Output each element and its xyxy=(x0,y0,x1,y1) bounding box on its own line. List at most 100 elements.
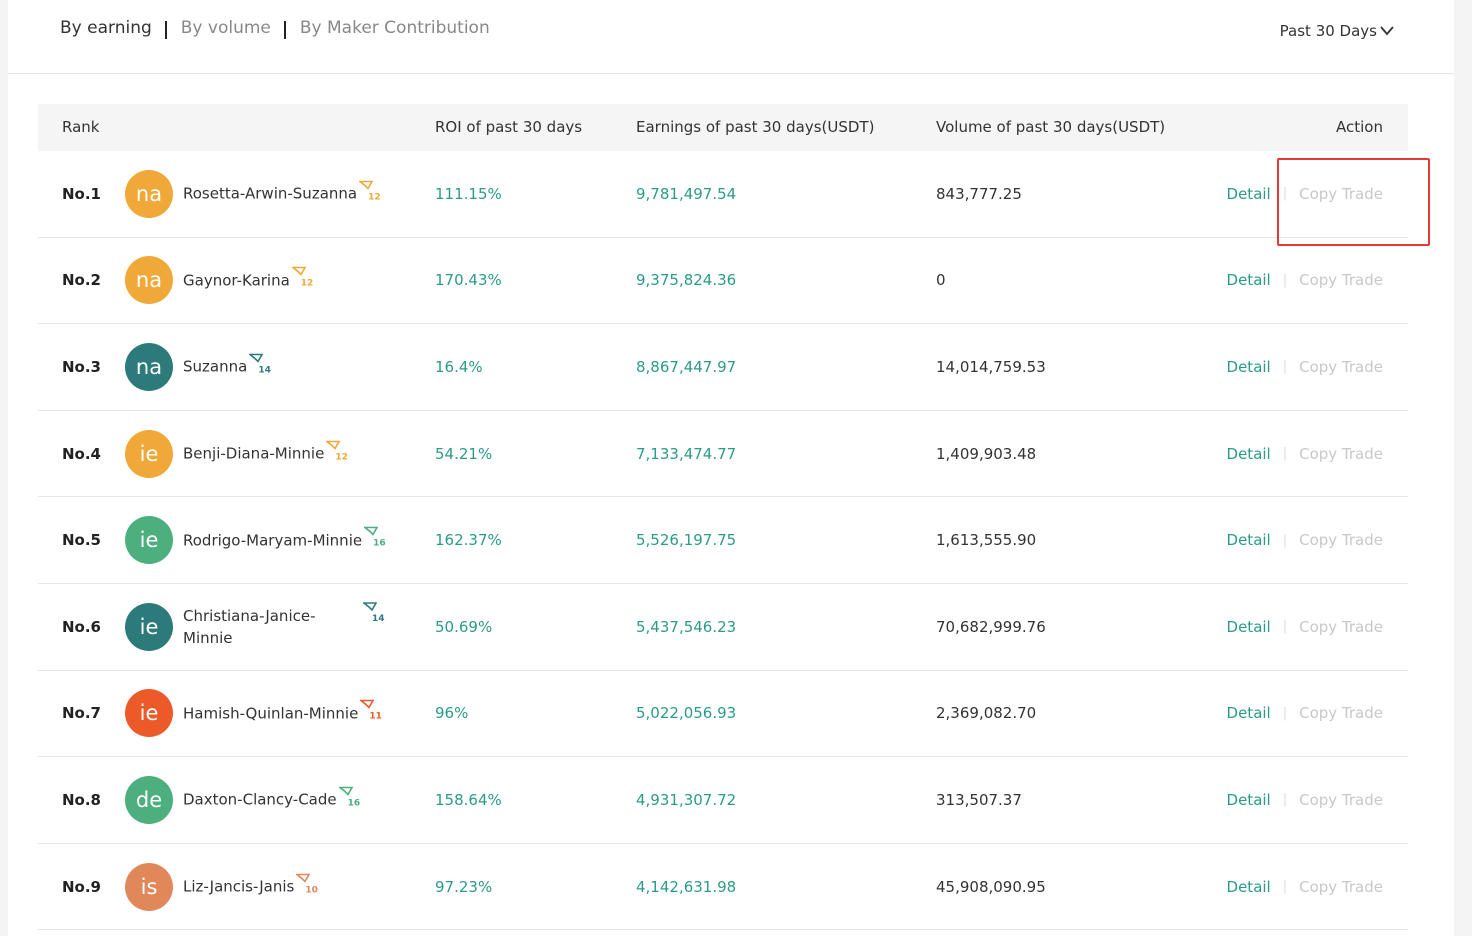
copy-trade-button[interactable]: Copy Trade xyxy=(1299,271,1383,289)
trader-name[interactable]: Christiana-Janice-Minnie 14 xyxy=(183,602,385,649)
copy-trade-button[interactable]: Copy Trade xyxy=(1299,185,1383,203)
copy-trade-button[interactable]: Copy Trade xyxy=(1299,791,1383,809)
trader-name[interactable]: Hamish-Quinlan-Minnie 11 xyxy=(183,699,382,728)
copy-trade-button[interactable]: Copy Trade xyxy=(1299,531,1383,549)
volume-value: 1,613,555.90 xyxy=(936,531,1037,550)
earnings-value: 9,375,824.36 xyxy=(636,271,737,290)
roi-value: 16.4% xyxy=(435,357,483,376)
detail-link[interactable]: Detail xyxy=(1227,878,1271,896)
earnings-value: 5,437,546.23 xyxy=(636,617,737,636)
detail-link[interactable]: Detail xyxy=(1227,185,1271,203)
trader-name[interactable]: Gaynor-Karina 12 xyxy=(183,266,313,295)
volume-value: 843,777.25 xyxy=(936,184,1022,203)
trader-name[interactable]: Rosetta-Arwin-Suzanna 12 xyxy=(183,179,381,208)
detail-link[interactable]: Detail xyxy=(1227,704,1271,722)
level-badge: 12 xyxy=(291,266,313,295)
rank-label: No.7 xyxy=(62,704,101,723)
leaderboard-table: Rank ROI of past 30 days Earnings of pas… xyxy=(38,104,1408,931)
roi-value: 162.37% xyxy=(435,531,502,550)
row-actions: Detail | Copy Trade xyxy=(1227,445,1383,463)
earnings-value: 5,022,056.93 xyxy=(636,704,737,723)
action-divider: | xyxy=(1282,619,1288,635)
action-divider: | xyxy=(1282,272,1288,288)
trader-name[interactable]: Liz-Jancis-Janis 10 xyxy=(183,872,318,901)
copy-trade-button[interactable]: Copy Trade xyxy=(1299,618,1383,636)
trader-name-text: Liz-Jancis-Janis xyxy=(183,877,295,896)
trader-name-text: Rodrigo-Maryam-Minnie xyxy=(183,531,363,550)
level-badge: 10 xyxy=(296,872,318,901)
trader-name-text: Benji-Diana-Minnie xyxy=(183,444,325,463)
action-divider: | xyxy=(1282,359,1288,375)
row-actions: Detail | Copy Trade xyxy=(1227,358,1383,376)
trader-name-text: Hamish-Quinlan-Minnie xyxy=(183,704,359,723)
period-dropdown[interactable]: Past 30 Days xyxy=(1280,22,1394,40)
copy-trade-button[interactable]: Copy Trade xyxy=(1299,358,1383,376)
sort-tabs: By earning By volume By Maker Contributi… xyxy=(60,18,490,39)
copy-trade-button[interactable]: Copy Trade xyxy=(1299,445,1383,463)
detail-link[interactable]: Detail xyxy=(1227,618,1271,636)
table-row: No.5 ie Rodrigo-Maryam-Minnie 16 162.37% 5,52… xyxy=(38,497,1408,584)
avatar[interactable]: ie xyxy=(125,429,173,478)
level-number: 14 xyxy=(372,614,385,625)
rank-label: No.5 xyxy=(62,531,101,550)
trader-name[interactable]: Daxton-Clancy-Cade 16 xyxy=(183,785,360,814)
rank-label: No.9 xyxy=(62,877,101,896)
level-badge: 12 xyxy=(359,179,381,208)
header-earnings: Earnings of past 30 days(USDT) xyxy=(636,118,875,136)
action-divider: | xyxy=(1282,879,1288,895)
row-actions: Detail | Copy Trade xyxy=(1227,618,1383,636)
row-actions: Detail | Copy Trade xyxy=(1227,878,1383,896)
roi-value: 111.15% xyxy=(435,184,502,203)
roi-value: 170.43% xyxy=(435,271,502,290)
avatar[interactable]: is xyxy=(125,862,173,911)
avatar[interactable]: ie xyxy=(125,602,173,651)
action-divider: | xyxy=(1282,792,1288,808)
avatar[interactable]: ie xyxy=(125,516,173,565)
row-actions: Detail | Copy Trade xyxy=(1227,791,1383,809)
copy-trade-button[interactable]: Copy Trade xyxy=(1299,878,1383,896)
trader-name-text: Suzanna xyxy=(183,357,248,376)
avatar[interactable]: na xyxy=(125,342,173,391)
rank-label: No.3 xyxy=(62,357,101,376)
avatar[interactable]: na xyxy=(125,256,173,305)
detail-link[interactable]: Detail xyxy=(1227,531,1271,549)
period-label: Past 30 Days xyxy=(1279,22,1377,40)
trader-name[interactable]: Suzanna 14 xyxy=(183,352,271,381)
level-badge: 16 xyxy=(338,785,361,814)
trader-name[interactable]: Benji-Diana-Minnie 12 xyxy=(183,439,348,468)
avatar[interactable]: na xyxy=(125,169,173,218)
tab-by-maker-contribution[interactable]: By Maker Contribution xyxy=(300,18,490,38)
trader-name-text: Christiana-Janice-Minnie xyxy=(183,606,316,647)
detail-link[interactable]: Detail xyxy=(1227,791,1271,809)
avatar[interactable]: de xyxy=(125,775,173,824)
detail-link[interactable]: Detail xyxy=(1227,271,1271,289)
avatar[interactable]: ie xyxy=(125,689,173,738)
action-divider: | xyxy=(1282,532,1288,548)
row-actions: Detail | Copy Trade xyxy=(1227,704,1383,722)
copy-trade-button[interactable]: Copy Trade xyxy=(1299,704,1383,722)
action-divider: | xyxy=(1282,446,1288,462)
rank-label: No.4 xyxy=(62,444,101,463)
table-row: No.1 na Rosetta-Arwin-Suzanna 12 111.15% 9,78… xyxy=(38,151,1408,238)
tab-by-earning[interactable]: By earning xyxy=(60,18,152,38)
action-divider: | xyxy=(1282,705,1288,721)
tab-divider xyxy=(283,21,286,39)
level-badge: 16 xyxy=(364,526,386,555)
level-number: 12 xyxy=(335,452,348,463)
tab-by-volume[interactable]: By volume xyxy=(181,18,271,38)
chevron-down-icon xyxy=(1380,26,1394,36)
roi-value: 50.69% xyxy=(435,617,493,636)
detail-link[interactable]: Detail xyxy=(1227,358,1271,376)
rank-label: No.1 xyxy=(62,184,101,203)
level-number: 14 xyxy=(258,365,271,376)
tab-divider xyxy=(164,21,167,39)
trader-name[interactable]: Rodrigo-Maryam-Minnie 16 xyxy=(183,526,386,555)
roi-value: 158.64% xyxy=(435,790,502,809)
table-row: No.2 na Gaynor-Karina 12 170.43% 9,375,824.36… xyxy=(38,238,1408,325)
earnings-value: 9,781,497.54 xyxy=(636,184,737,203)
table-row: No.3 na Suzanna 14 16.4% 8,867,447.97 14,014,7… xyxy=(38,324,1408,411)
level-number: 16 xyxy=(347,798,361,809)
level-badge: 11 xyxy=(360,699,382,728)
detail-link[interactable]: Detail xyxy=(1227,445,1271,463)
trader-name-text: Gaynor-Karina xyxy=(183,271,290,290)
